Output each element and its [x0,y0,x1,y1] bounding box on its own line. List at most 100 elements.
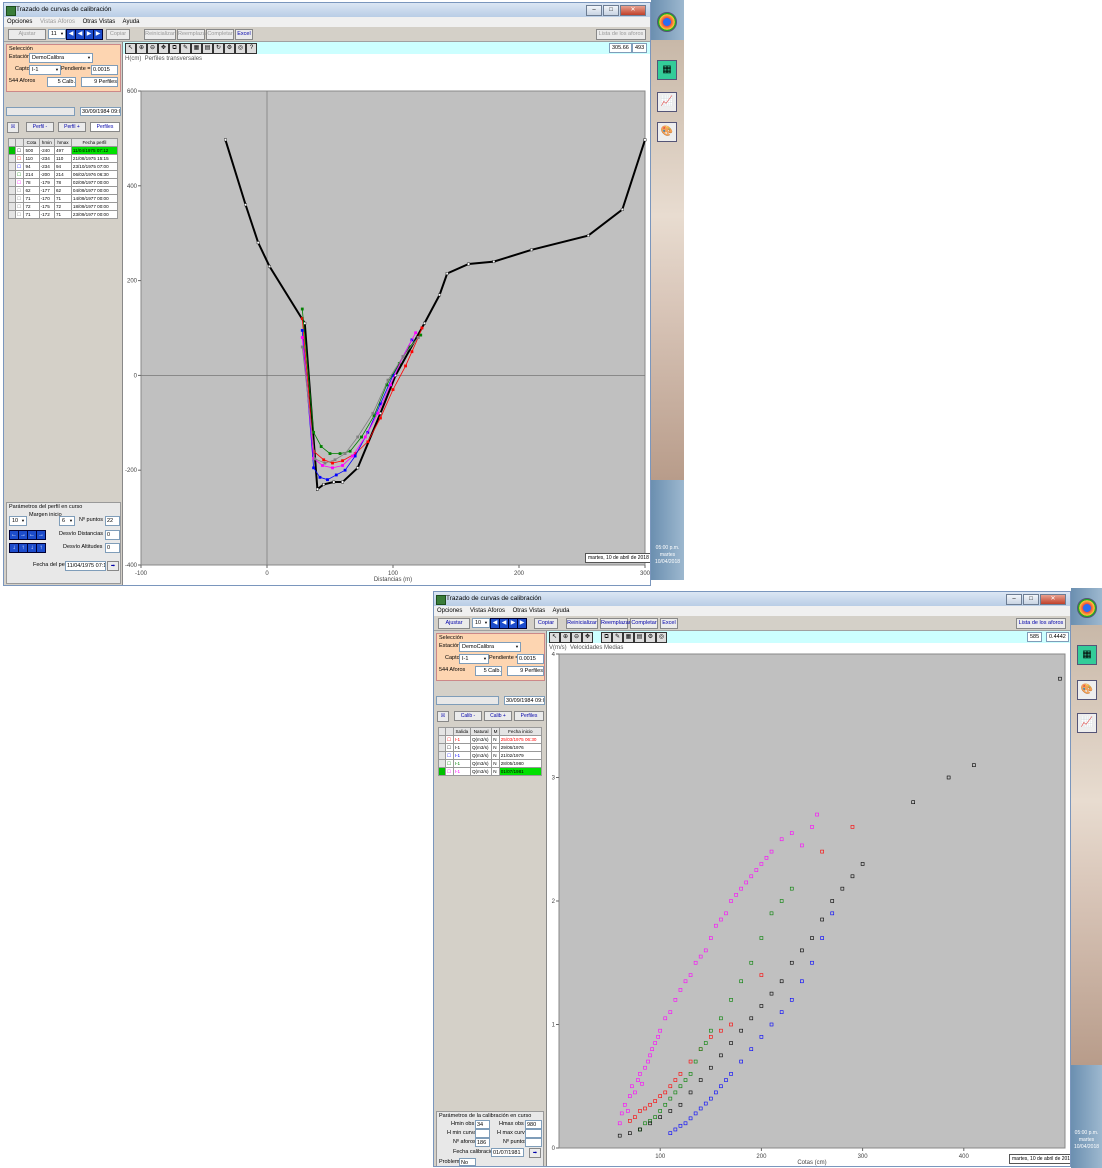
table-row[interactable]: ☐ 71 -172 71 23/09/1977 00:00 [8,210,119,219]
title-bar[interactable]: Trazado de curvas de calibración – □ ✕ [434,592,1070,606]
profiles-chart[interactable]: -100 0 100 200 300-400-2000200400600Distanci… [123,63,650,585]
menu-opciones[interactable]: Opciones [437,608,462,614]
apply-arrow-icon[interactable]: ➡ [107,561,119,571]
completar-button[interactable]: Completar [630,618,658,629]
row-check-icon[interactable]: ☐ [445,735,454,744]
grid-icon[interactable]: ▦ [623,632,634,643]
lista-aforos-button[interactable]: Lista de los aforos [1016,618,1066,629]
table-row[interactable]: ☐ I-1 Q(m3/s) N 21/02/1979 [438,751,543,760]
chrome-icon[interactable] [1077,598,1097,618]
table-row[interactable]: ☐ I-1 Q(m3/s) N 28/05/1980 [438,759,543,768]
date-scroll[interactable] [436,696,499,705]
col-natural[interactable]: Natural [469,727,493,736]
tab-perfiles[interactable]: Perfiles [90,122,120,132]
excel-button[interactable]: Excel [235,29,253,40]
row-check-icon[interactable]: ☐ [14,170,25,179]
row-check-icon[interactable]: ☐ [14,146,25,155]
table-row[interactable]: ☐ I-1 Q(m3/s) N 25/03/1975 06:30 [438,735,543,744]
row-check-icon[interactable]: ☐ [14,202,25,211]
npuntos-input[interactable] [525,1138,542,1147]
date-scroll[interactable] [6,107,75,116]
captor-combo[interactable]: I-1 [29,65,61,75]
paint-app-icon[interactable]: 🎨 [657,122,677,142]
copy-icon[interactable]: ⧉ [601,632,612,643]
row-check-icon[interactable]: ☐ [14,178,25,187]
desvio-input[interactable]: 0 [105,530,120,540]
col-salida[interactable]: Salida [452,727,471,736]
lista-aforos-button[interactable]: Lista de los aforos [596,29,646,40]
pendiente-input[interactable]: 0.0015 [91,65,118,75]
copiar-button[interactable]: Copiar [106,29,130,40]
table-row[interactable]: ☐ 62 -177 62 04/09/1977 00:00 [8,186,119,195]
pan-icon[interactable]: ✥ [158,43,169,54]
edit-icon[interactable]: ✎ [180,43,191,54]
zoom-out-icon[interactable]: ⊖ [571,632,582,643]
minimize-button[interactable]: – [1006,594,1022,605]
col-hmin[interactable]: hmin [38,138,55,147]
pointer-icon[interactable]: ↖ [125,43,136,54]
row-selector[interactable] [438,767,446,776]
velocities-chart[interactable]: 100 200 300 400 0 1 2 3 4 Cotas (cm) [547,652,1070,1166]
nav-up2-icon[interactable]: ↑ [36,543,46,553]
hmin-curva-input[interactable] [475,1129,490,1138]
row-selector[interactable] [438,751,446,760]
settings-icon[interactable]: ⚙ [645,632,656,643]
col-fecha[interactable]: Fecha perfil [70,138,119,147]
menu-otras-vistas[interactable]: Otras Vistas [513,608,546,614]
row-check-icon[interactable]: ☐ [445,759,454,768]
table-row[interactable]: ☐ 94 -234 94 23/10/1975 07:00 [8,162,119,171]
hmax-input[interactable]: 980 [525,1120,542,1129]
completar-button[interactable]: Completar [206,29,234,40]
table-row[interactable]: ☐ 78 -179 78 02/09/1977 00:00 [8,178,119,187]
row-check-icon[interactable]: ☐ [14,210,25,219]
row-check-icon[interactable]: ☐ [445,743,454,752]
tab-perfil-plus[interactable]: Perfil + [58,122,86,132]
chart-app-icon[interactable]: 📈 [657,92,677,112]
reemplazar-button[interactable]: Reemplazar [600,618,631,629]
row-check-icon[interactable]: ☐ [14,194,25,203]
paint-app-icon[interactable]: 🎨 [1077,680,1097,700]
minimize-button[interactable]: – [586,5,602,16]
tab-perfil-minus[interactable]: Perfil - [26,122,54,132]
last-arrow-icon[interactable]: ▶ [93,29,103,40]
layers-icon[interactable]: ▤ [634,632,645,643]
pan-icon[interactable]: ✥ [582,632,593,643]
select-all-icon[interactable]: ☒ [7,122,19,133]
map-app-icon[interactable]: ▦ [657,60,677,80]
estacion-combo[interactable]: DemoCalibra [459,642,521,652]
help-icon[interactable]: ? [246,43,257,54]
table-row[interactable]: ☐ 72 -175 72 18/09/1977 00:00 [8,202,119,211]
menu-ayuda[interactable]: Ayuda [553,608,570,614]
menu-opciones[interactable]: Opciones [7,19,32,25]
table-row[interactable]: ☐ 500 -240 497 11/04/1975 07:12 [8,146,119,155]
reemplazar-button[interactable]: Reemplazar [177,29,208,40]
ajustar-button[interactable]: Ajustar [438,618,470,629]
edit-icon[interactable]: ✎ [612,632,623,643]
select-all-icon[interactable]: ☒ [437,711,449,722]
close-button[interactable]: ✕ [620,5,646,16]
col-fecha[interactable]: Fecha inicio [498,727,543,736]
map-app-icon[interactable]: ▦ [1077,645,1097,665]
chart-app-icon[interactable]: 📈 [1077,713,1097,733]
tab-perfiles[interactable]: Perfiles [514,711,544,721]
margen-combo[interactable]: 6 [59,516,75,526]
reinicializar-button[interactable]: Reinicializar [144,29,176,40]
close-button[interactable]: ✕ [1040,594,1066,605]
captor-combo[interactable]: I-1 [459,654,489,664]
title-bar[interactable]: Trazado de curvas de calibración – □ ✕ [4,3,650,17]
row-check-icon[interactable]: ☐ [14,186,25,195]
hmin-input[interactable]: 34 [475,1120,490,1129]
reinicializar-button[interactable]: Reinicializar [566,618,598,629]
table-row[interactable]: ☐ 110 -234 110 21/08/1975 15:15 [8,154,119,163]
npuntos-input[interactable]: 22 [105,516,120,526]
settings-icon[interactable]: ⚙ [224,43,235,54]
row-selector[interactable] [438,735,446,744]
params-combo[interactable]: 10 [9,516,27,526]
layers-icon[interactable]: ▤ [202,43,213,54]
table-row[interactable]: ☐ I-1 Q(m3/s) N 29/06/1976 [438,743,543,752]
copy-icon[interactable]: ⧉ [169,43,180,54]
row-check-icon[interactable]: ☐ [14,162,25,171]
tab-calib-minus[interactable]: Calib - [454,711,482,721]
maximize-button[interactable]: □ [603,5,619,16]
zoom-out-icon[interactable]: ⊖ [147,43,158,54]
